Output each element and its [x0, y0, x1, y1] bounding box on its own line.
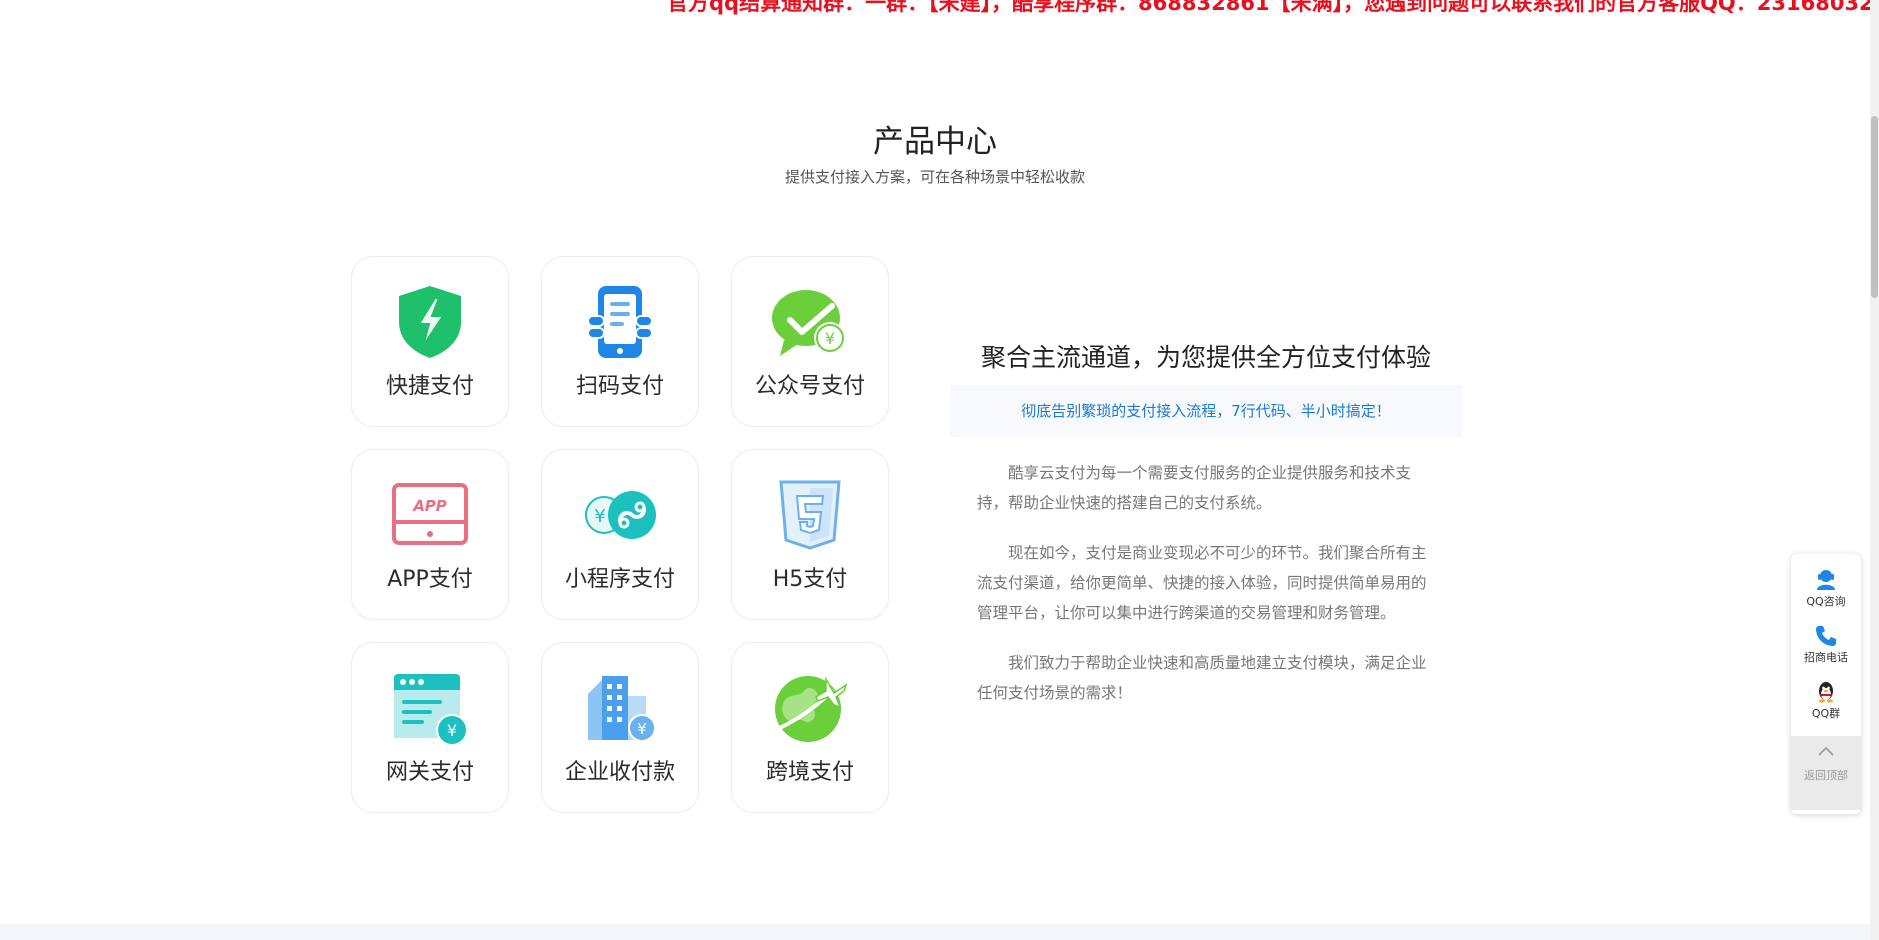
notice-marquee: 官方qq结算通知群：一群：【未建】，酷享程序群：868832861【未满】，您遇… [667, 0, 1879, 15]
qq-consult-icon [1791, 568, 1861, 594]
svg-text:¥: ¥ [637, 720, 647, 738]
app-screen-icon: APP [352, 476, 508, 554]
sidebar-label: QQ群 [1811, 707, 1841, 720]
phone-icon [1791, 624, 1861, 650]
product-label: 小程序支付 [564, 567, 675, 592]
product-label: 扫码支付 [575, 374, 664, 399]
gateway-window-icon: ¥ [352, 669, 508, 747]
floating-contact-panel: QQ咨询 招商电话 QQ群 返回顶部 [1791, 554, 1861, 814]
page: 官方qq结算通知群：一群：【未建】，酷享程序群：868832861【未满】，您遇… [0, 0, 1879, 940]
product-label: 快捷支付 [385, 374, 474, 399]
feature-title: 聚合主流通道，为您提供全方位支付体验 [980, 343, 1431, 372]
product-card-app-pay[interactable]: APP APP支付 [351, 449, 509, 620]
qq-penguin-icon [1791, 680, 1861, 706]
html5-icon [732, 476, 888, 554]
qq-group-button[interactable]: QQ群 [1791, 674, 1861, 730]
product-label: 企业收付款 [564, 760, 675, 785]
sidebar-label: 返回顶部 [1804, 769, 1848, 782]
mini-program-icon: ¥ [542, 476, 698, 554]
svg-text:¥: ¥ [447, 721, 457, 740]
svg-text:¥: ¥ [594, 506, 605, 527]
wechat-pay-icon: ¥ [732, 283, 888, 361]
description-paragraph: 我们致力于帮助企业快速和高质量地建立支付模块，满足企业任何支付场景的需求！ [977, 654, 1427, 702]
footer-strip [0, 924, 1870, 940]
business-phone-button[interactable]: 招商电话 [1791, 618, 1861, 674]
product-label: 网关支付 [385, 760, 474, 785]
sidebar-label: QQ咨询 [1806, 595, 1846, 608]
product-card-mini-program-pay[interactable]: ¥ 小程序支付 [541, 449, 699, 620]
product-label: APP支付 [387, 567, 473, 592]
feature-description: 酷享云支付为每一个需要支付服务的企业提供服务和技术支持，帮助企业快速的搭建自己的… [977, 458, 1432, 728]
svg-text:¥: ¥ [825, 329, 835, 348]
product-label: 跨境支付 [765, 760, 854, 785]
product-card-gateway-pay[interactable]: ¥ 网关支付 [351, 642, 509, 813]
section-title: 产品中心 [873, 124, 997, 160]
globe-plane-icon [732, 669, 888, 747]
product-label: 公众号支付 [754, 374, 865, 399]
product-card-quick-pay[interactable]: 快捷支付 [351, 256, 509, 427]
enterprise-building-icon: ¥ [542, 669, 698, 747]
product-card-h5-pay[interactable]: H5支付 [731, 449, 889, 620]
product-card-enterprise-pay[interactable]: ¥ 企业收付款 [541, 642, 699, 813]
back-to-top-button[interactable]: 返回顶部 [1791, 736, 1861, 810]
phone-scan-icon [542, 283, 698, 361]
feature-tagline: 彻底告别繁琐的支付接入流程，7行代码、半小时搞定！ [950, 385, 1462, 437]
qq-consult-button[interactable]: QQ咨询 [1791, 562, 1861, 618]
chevron-up-icon [1791, 742, 1861, 768]
description-paragraph: 现在如今，支付是商业变现必不可少的环节。我们聚合所有主流支付渠道，给你更简单、快… [977, 544, 1427, 622]
sidebar-label: 招商电话 [1804, 651, 1848, 664]
section-subtitle: 提供支付接入方案，可在各种场景中轻松收款 [784, 168, 1085, 186]
product-card-cross-border-pay[interactable]: 跨境支付 [731, 642, 889, 813]
product-label: H5支付 [772, 567, 848, 592]
scrollbar-thumb[interactable] [1871, 116, 1878, 298]
shield-lightning-icon [352, 283, 508, 361]
svg-text:APP: APP [412, 497, 447, 515]
product-card-official-account-pay[interactable]: ¥ 公众号支付 [731, 256, 889, 427]
product-card-scan-pay[interactable]: 扫码支付 [541, 256, 699, 427]
description-paragraph: 酷享云支付为每一个需要支付服务的企业提供服务和技术支持，帮助企业快速的搭建自己的… [977, 464, 1412, 512]
